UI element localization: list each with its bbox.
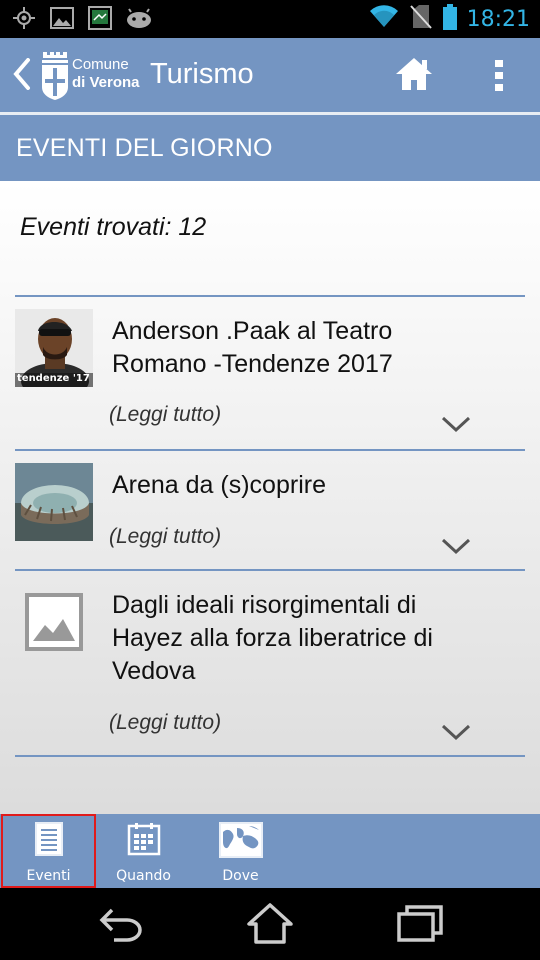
thumb-caption: tendenze '17 bbox=[17, 373, 90, 384]
read-more-link[interactable]: (Leggi tutto) bbox=[109, 711, 221, 735]
list-item[interactable]: Dagli ideali risorgimentali di Hayez all… bbox=[15, 569, 525, 757]
chevron-down-icon[interactable] bbox=[441, 723, 471, 741]
list-item[interactable]: tendenze '17 Anderson .Paak al Teatro Ro… bbox=[15, 295, 525, 449]
android-icon bbox=[126, 8, 152, 32]
list-icon bbox=[34, 822, 63, 856]
event-title-line: Dagli ideali risorgimentali di bbox=[112, 591, 417, 619]
event-title-line: Arena da (s)coprire bbox=[112, 471, 326, 499]
tab-eventi[interactable]: Eventi bbox=[1, 814, 96, 888]
back-chevron-icon[interactable] bbox=[12, 58, 32, 94]
section-title: EVENTI DEL GIORNO bbox=[16, 134, 273, 162]
tab-label: Dove bbox=[222, 868, 259, 884]
no-sim-icon bbox=[409, 4, 433, 34]
logo-line2: di Verona bbox=[72, 74, 140, 91]
bottom-tab-bar: Eventi Quando Dove bbox=[0, 814, 540, 888]
battery-icon bbox=[442, 4, 457, 34]
calendar-icon bbox=[127, 822, 161, 856]
logo-text: Comune di Verona bbox=[72, 56, 140, 92]
event-thumbnail: tendenze '17 bbox=[15, 309, 93, 387]
read-more-link[interactable]: (Leggi tutto) bbox=[109, 525, 221, 549]
event-title-line: Vedova bbox=[112, 657, 196, 685]
map-icon bbox=[218, 822, 263, 858]
events-content[interactable]: Eventi trovati: 12 tendenze '17 Anderson… bbox=[0, 181, 540, 814]
recent-apps-icon[interactable] bbox=[396, 902, 444, 948]
event-title-line: Anderson .Paak al Teatro bbox=[112, 317, 393, 345]
events-list: tendenze '17 Anderson .Paak al Teatro Ro… bbox=[15, 295, 525, 757]
action-bar: Comune di Verona Turismo bbox=[0, 38, 540, 112]
tab-label: Eventi bbox=[26, 868, 71, 884]
app-title: Turismo bbox=[150, 58, 254, 90]
status-time: 18:21 bbox=[466, 6, 530, 32]
event-thumbnail bbox=[15, 463, 93, 541]
chevron-down-icon[interactable] bbox=[441, 537, 471, 555]
event-title: Anderson .Paak al Teatro Romano -Tendenz… bbox=[112, 315, 512, 381]
gps-icon bbox=[12, 6, 36, 34]
tab-dove[interactable]: Dove bbox=[193, 814, 288, 888]
status-bar: 18:21 bbox=[0, 0, 540, 38]
tab-quando[interactable]: Quando bbox=[96, 814, 191, 888]
list-item[interactable]: Arena da (s)coprire (Leggi tutto) bbox=[15, 449, 525, 569]
wifi-icon bbox=[369, 5, 399, 33]
overflow-menu-icon[interactable] bbox=[492, 58, 506, 94]
event-title-line: Hayez alla forza liberatrice di bbox=[112, 624, 433, 652]
screen-icon bbox=[88, 6, 112, 34]
event-title: Arena da (s)coprire bbox=[112, 469, 512, 502]
image-placeholder-icon bbox=[25, 593, 83, 651]
event-title: Dagli ideali risorgimentali di Hayez all… bbox=[112, 589, 512, 688]
back-icon[interactable] bbox=[98, 902, 144, 946]
events-found-label: Eventi trovati: 12 bbox=[20, 213, 207, 241]
tab-label: Quando bbox=[116, 868, 171, 884]
read-more-link[interactable]: (Leggi tutto) bbox=[109, 403, 221, 427]
chevron-down-icon[interactable] bbox=[441, 415, 471, 433]
logo-line1: Comune bbox=[72, 56, 129, 73]
system-nav-bar bbox=[0, 888, 540, 960]
home-icon[interactable] bbox=[394, 56, 434, 92]
event-title-line: Romano -Tendenze 2017 bbox=[112, 350, 393, 378]
home-nav-icon[interactable] bbox=[246, 902, 294, 948]
section-header: EVENTI DEL GIORNO bbox=[0, 115, 540, 181]
gallery-icon bbox=[50, 7, 74, 33]
